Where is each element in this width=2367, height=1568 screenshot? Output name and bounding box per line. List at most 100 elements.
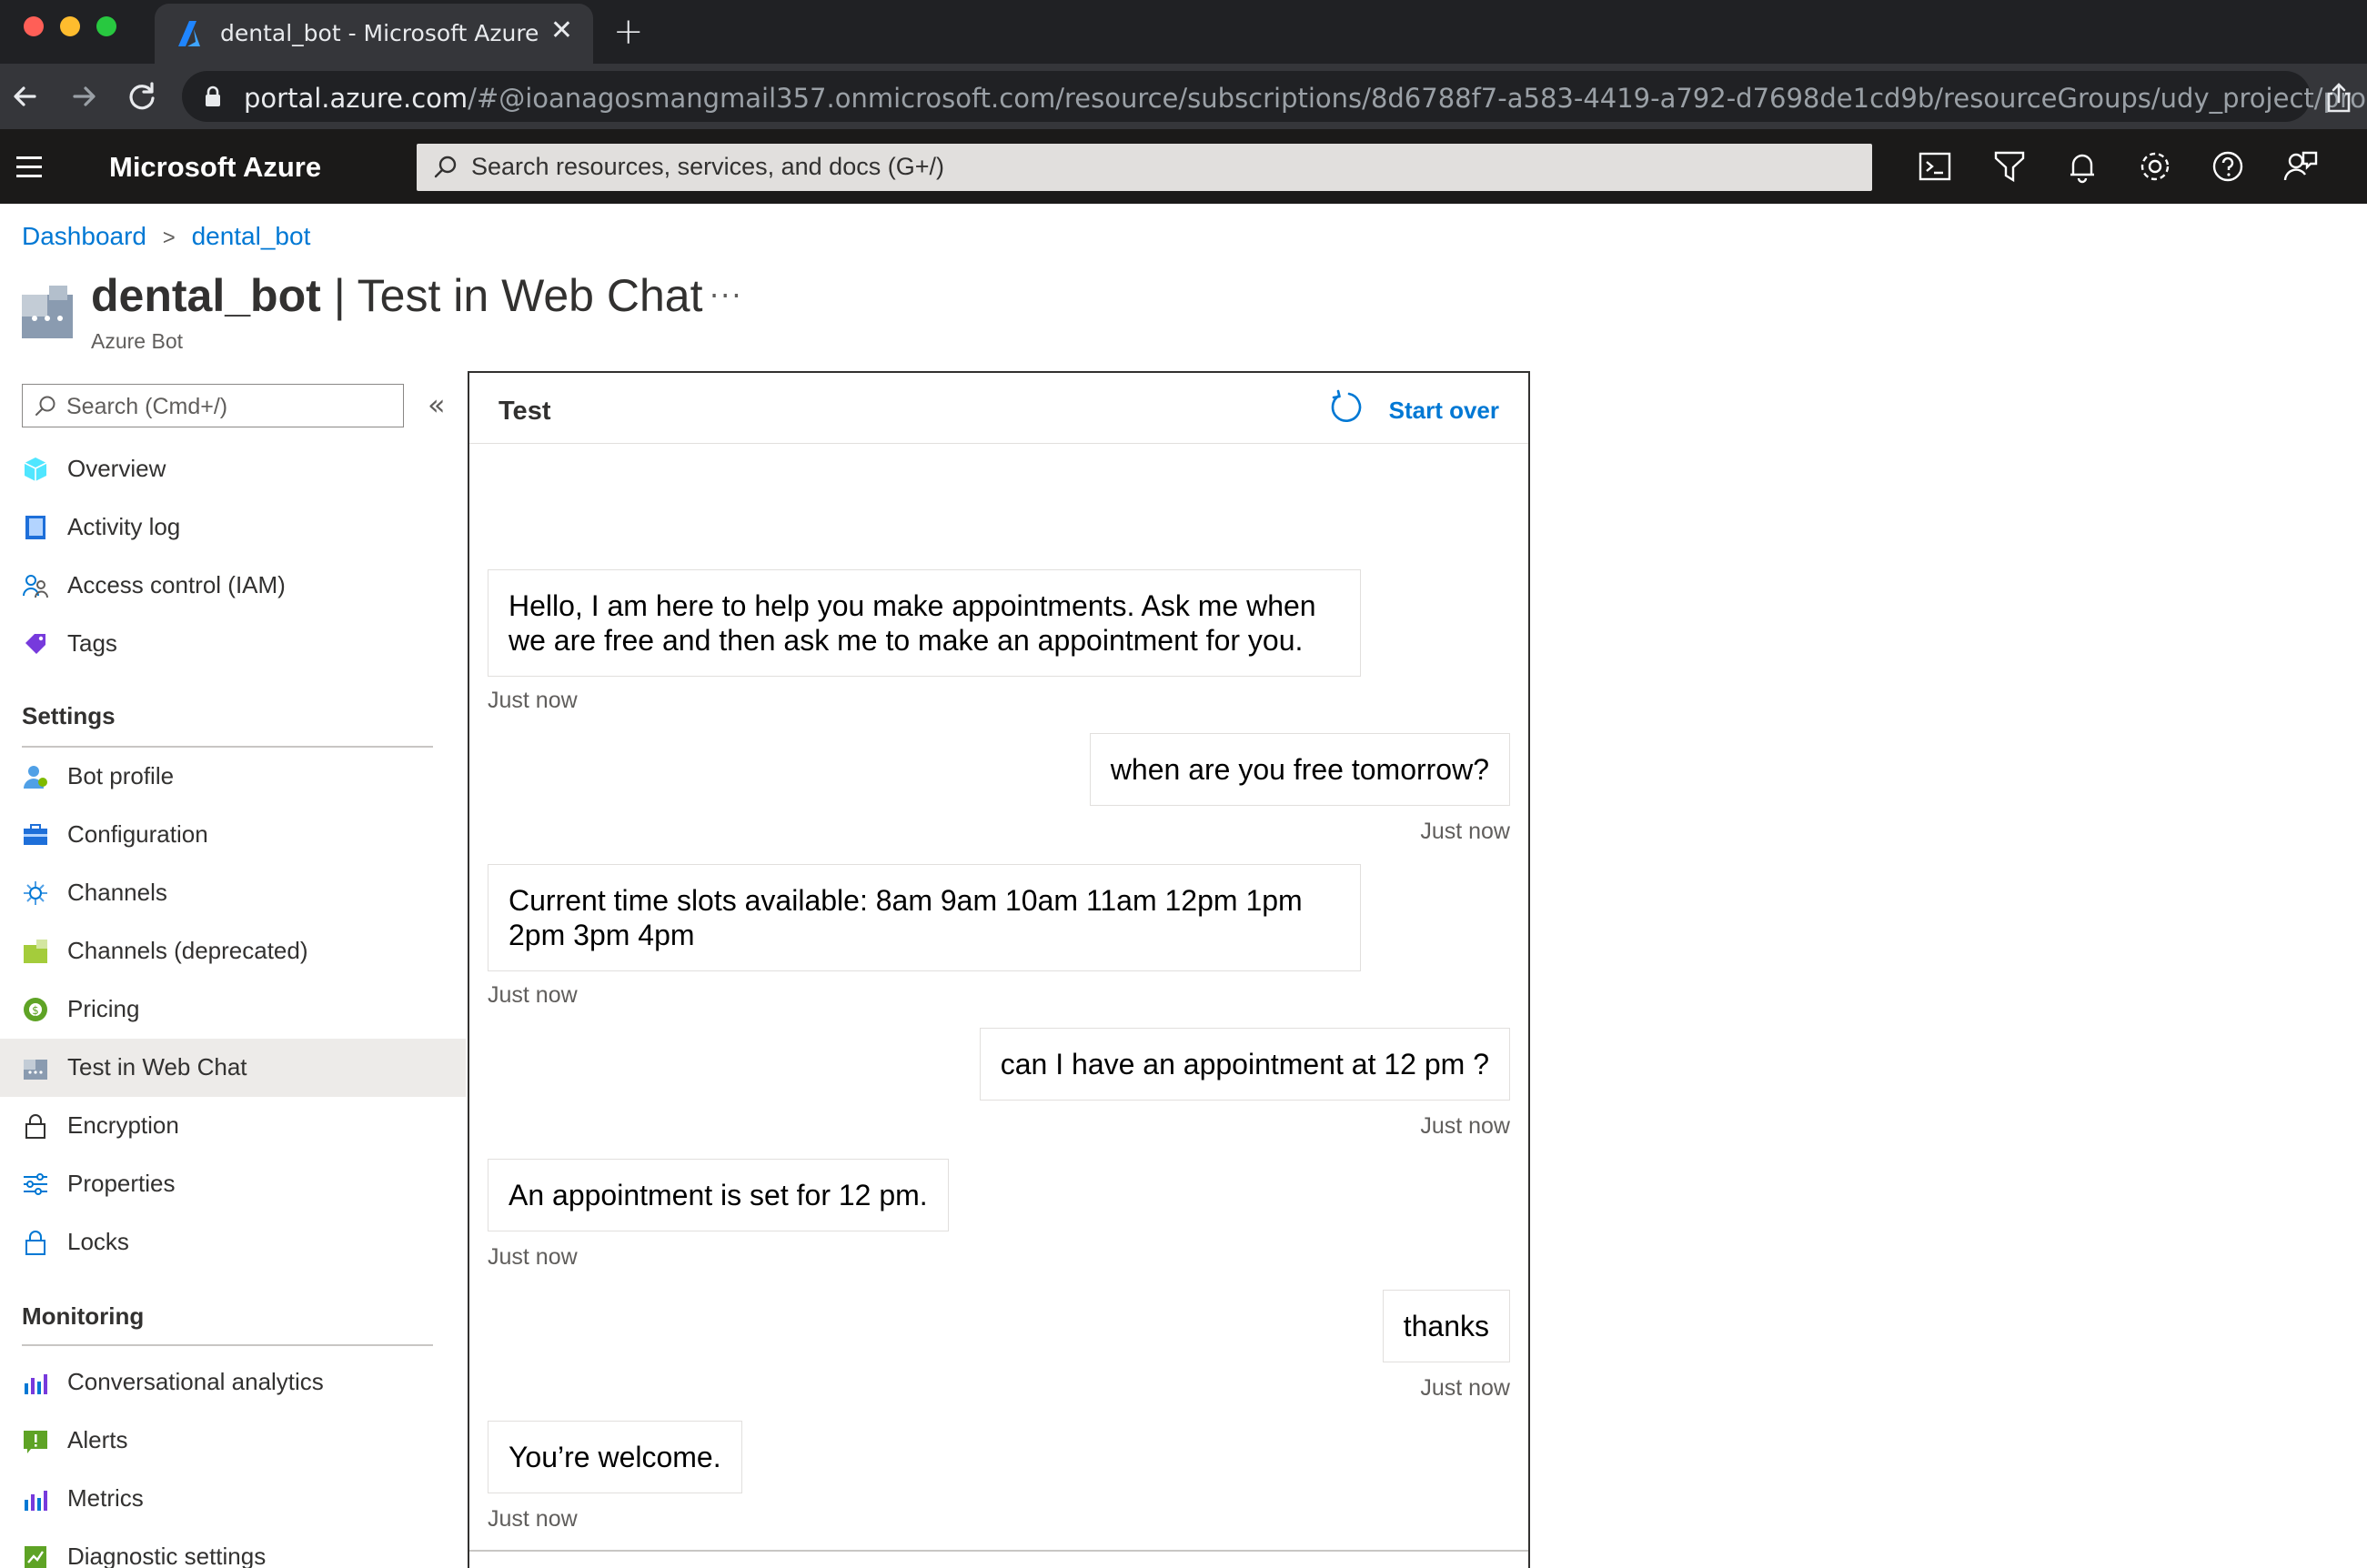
message-text: You’re welcome. (509, 1441, 721, 1473)
activity-log-icon (25, 516, 45, 539)
message-text: can I have an appointment at 12 pm ? (1000, 1048, 1489, 1081)
azure-top-bar: Microsoft Azure Search resources, servic… (0, 129, 2367, 204)
refresh-icon[interactable] (1328, 389, 1365, 426)
user-message: thanks (1382, 1290, 1510, 1362)
message-text: Current time slots available: 8am 9am 10… (509, 884, 1303, 951)
browser-tab-bar: dental_bot - Microsoft Azure ✕ + (0, 0, 2367, 64)
menu-item-label: Alerts (67, 1426, 128, 1453)
more-options-icon[interactable]: ··· (710, 278, 743, 313)
forward-arrow-icon[interactable] (65, 78, 102, 115)
collapse-menu-icon[interactable]: « (428, 387, 446, 422)
azure-brand[interactable]: Microsoft Azure (109, 151, 321, 184)
metrics-icon (25, 1491, 47, 1511)
channels-deprecated-icon (24, 940, 47, 963)
tab-close-icon[interactable]: ✕ (550, 15, 573, 47)
menu-item-pricing[interactable]: $ Pricing (0, 980, 466, 1039)
lock-icon (25, 1114, 45, 1139)
bot-message: Hello, I am here to help you make appoin… (488, 569, 1361, 677)
menu-item-label: Properties (67, 1170, 176, 1197)
message-timestamp: Just now (1420, 819, 1510, 844)
alert-icon (24, 1431, 47, 1453)
reload-icon[interactable] (124, 78, 160, 115)
menu-item-conversational-analytics[interactable]: Conversational analytics (0, 1353, 466, 1412)
menu-item-label: Access control (IAM) (67, 571, 286, 598)
pricing-icon: $ (24, 998, 47, 1021)
lock-icon (206, 85, 220, 106)
browser-tab[interactable]: dental_bot - Microsoft Azure ✕ (155, 4, 593, 64)
menu-item-alerts[interactable]: Alerts (0, 1412, 466, 1470)
message-text: Hello, I am here to help you make appoin… (509, 589, 1316, 657)
share-icon[interactable] (2325, 82, 2352, 113)
chat-header: Test Start over (469, 373, 1528, 444)
menu-item-channels[interactable]: Channels (0, 864, 466, 922)
menu-item-test-in-web-chat[interactable]: Test in Web Chat (0, 1039, 466, 1097)
menu-item-overview[interactable]: Overview (0, 440, 466, 498)
help-icon[interactable] (2209, 147, 2247, 186)
lock-icon (25, 1231, 45, 1255)
tab-title: dental_bot - Microsoft Azure (220, 20, 539, 46)
directory-filter-icon[interactable] (1990, 147, 2029, 186)
maximize-window-button[interactable] (96, 16, 116, 36)
breadcrumb: Dashboard > dental_bot (22, 222, 310, 251)
azure-bot-icon (22, 286, 73, 338)
monitoring-divider (22, 1344, 433, 1346)
menu-item-label: Metrics (67, 1484, 144, 1512)
menu-item-tags[interactable]: Tags (0, 615, 466, 673)
message-text: An appointment is set for 12 pm. (509, 1179, 928, 1211)
azure-logo-icon (178, 21, 200, 46)
menu-item-activity-log[interactable]: Activity log (0, 498, 466, 557)
menu-item-label: Locks (67, 1228, 129, 1255)
resource-name: dental_bot (91, 270, 321, 321)
global-search-placeholder: Search resources, services, and docs (G+… (471, 153, 944, 180)
address-bar[interactable]: portal.azure.com/#@ioanagosmangmail357.o… (182, 71, 2367, 122)
url-text: portal.azure.com/#@ioanagosmangmail357.o… (244, 83, 2367, 114)
breadcrumb-dental-bot[interactable]: dental_bot (192, 222, 311, 250)
bell-icon[interactable] (2063, 147, 2101, 186)
menu-item-diagnostic-settings[interactable]: Diagnostic settings (0, 1528, 466, 1568)
breadcrumb-dashboard[interactable]: Dashboard (22, 222, 146, 250)
blade-name: Test in Web Chat (357, 270, 703, 321)
browser-toolbar: portal.azure.com/#@ioanagosmangmail357.o… (0, 64, 2367, 129)
back-arrow-icon[interactable] (7, 78, 44, 115)
search-icon (434, 156, 457, 178)
menu-item-configuration[interactable]: Configuration (0, 806, 466, 864)
menu-item-label: Channels (deprecated) (67, 937, 308, 964)
menu-item-locks[interactable]: Locks (0, 1213, 466, 1271)
hamburger-menu-icon[interactable] (16, 156, 42, 184)
tag-icon (25, 634, 45, 654)
gear-icon[interactable] (2136, 147, 2174, 186)
minimize-window-button[interactable] (60, 16, 80, 36)
title-separator: | (320, 270, 358, 321)
menu-item-label: Activity log (67, 513, 181, 540)
bot-message: You’re welcome. (488, 1421, 742, 1493)
message-timestamp: Just now (488, 982, 578, 1008)
global-search-input[interactable]: Search resources, services, and docs (G+… (417, 144, 1872, 191)
svg-text:$: $ (32, 1004, 39, 1017)
cloud-shell-icon[interactable] (1916, 147, 1954, 186)
bot-message: An appointment is set for 12 pm. (488, 1159, 949, 1231)
url-host: portal.azure.com (244, 83, 468, 114)
monitoring-section-title: Monitoring (22, 1302, 145, 1330)
menu-item-metrics[interactable]: Metrics (0, 1470, 466, 1528)
menu-item-bot-profile[interactable]: Bot profile (0, 748, 466, 806)
chat-title: Test (499, 397, 551, 426)
menu-item-label: Test in Web Chat (67, 1053, 247, 1081)
feedback-icon[interactable] (2281, 147, 2320, 186)
menu-item-access-control[interactable]: Access control (IAM) (0, 557, 466, 615)
menu-item-label: Bot profile (67, 762, 175, 789)
settings-section-title: Settings (22, 702, 116, 729)
menu-item-channels-deprecated[interactable]: Channels (deprecated) (0, 922, 466, 980)
bot-message: Current time slots available: 8am 9am 10… (488, 864, 1361, 971)
close-window-button[interactable] (24, 16, 44, 36)
menu-item-properties[interactable]: Properties (0, 1155, 466, 1213)
resource-type: Azure Bot (91, 329, 183, 353)
chevron-right-icon: > (162, 226, 176, 250)
menu-item-label: Encryption (67, 1111, 179, 1139)
menu-item-encryption[interactable]: Encryption (0, 1097, 466, 1155)
menu-item-label: Overview (67, 455, 166, 482)
start-over-button[interactable]: Start over (1389, 397, 1499, 425)
menu-item-label: Tags (67, 629, 117, 657)
search-icon (35, 396, 55, 416)
menu-search-input[interactable]: Search (Cmd+/) (22, 384, 404, 427)
new-tab-button[interactable]: + (613, 9, 644, 55)
